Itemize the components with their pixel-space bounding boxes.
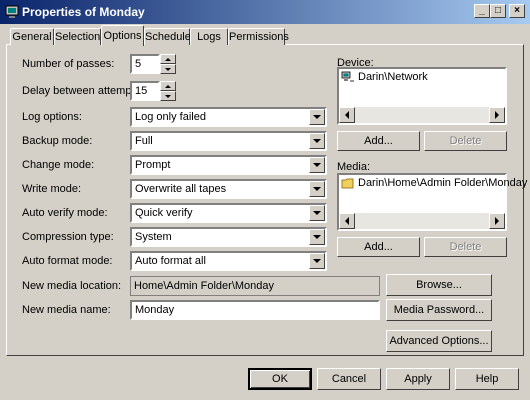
passes-value: 5	[135, 58, 142, 70]
media-name-label: New media name:	[22, 304, 111, 316]
media-location-field: Home\Admin Folder\Monday	[130, 276, 380, 296]
log-options-value: Log only failed	[135, 111, 206, 123]
write-mode-label: Write mode:	[22, 183, 82, 195]
tab-selection[interactable]: Selection	[54, 28, 101, 45]
device-list[interactable]: Darin\Network	[337, 67, 507, 125]
auto-verify-label: Auto verify mode:	[22, 207, 108, 219]
chevron-down-icon[interactable]	[309, 181, 325, 197]
backup-mode-value: Full	[135, 135, 153, 147]
media-password-button[interactable]: Media Password...	[386, 299, 492, 321]
media-name-value: Monday	[135, 304, 175, 316]
auto-format-value: Auto format all	[135, 255, 206, 267]
write-mode-select[interactable]: Overwrite all tapes	[130, 179, 327, 199]
change-mode-label: Change mode:	[22, 159, 95, 171]
log-options-select[interactable]: Log only failed	[130, 107, 327, 127]
delay-spin-up[interactable]	[160, 81, 176, 91]
media-scrollbar[interactable]	[339, 213, 505, 229]
media-delete-button[interactable]: Delete	[424, 237, 507, 257]
tab-schedule[interactable]: Schedule	[144, 28, 191, 45]
chevron-down-icon[interactable]	[309, 229, 325, 245]
browse-button[interactable]: Browse...	[386, 274, 492, 296]
device-delete-button[interactable]: Delete	[424, 131, 507, 151]
chevron-down-icon[interactable]	[309, 109, 325, 125]
passes-label: Number of passes:	[22, 58, 115, 70]
computer-icon	[5, 5, 19, 18]
tab-options[interactable]: Options	[101, 25, 144, 46]
window-title: Properties of Monday	[22, 5, 145, 19]
chevron-down-icon[interactable]	[309, 157, 325, 173]
chevron-down-icon[interactable]	[309, 133, 325, 149]
help-button[interactable]: Help	[455, 368, 519, 390]
scroll-right-icon[interactable]	[489, 107, 505, 123]
maximize-button[interactable]: □	[490, 4, 506, 18]
passes-input[interactable]: 5	[130, 54, 160, 74]
network-computer-icon	[341, 71, 354, 82]
passes-spin-up[interactable]	[160, 54, 176, 64]
device-add-button[interactable]: Add...	[337, 131, 420, 151]
scroll-right-icon[interactable]	[489, 213, 505, 229]
change-mode-select[interactable]: Prompt	[130, 155, 327, 175]
media-location-label: New media location:	[22, 280, 122, 292]
backup-mode-select[interactable]: Full	[130, 131, 327, 151]
chevron-down-icon[interactable]	[309, 253, 325, 269]
compression-value: System	[135, 231, 172, 243]
log-options-label: Log options:	[22, 111, 82, 123]
auto-verify-select[interactable]: Quick verify	[130, 203, 327, 223]
auto-format-label: Auto format mode:	[22, 255, 113, 267]
passes-spin-down[interactable]	[160, 64, 176, 74]
auto-verify-value: Quick verify	[135, 207, 193, 219]
media-item-label: Darin\Home\Admin Folder\Monday	[358, 177, 528, 189]
media-list[interactable]: Darin\Home\Admin Folder\Monday	[337, 173, 527, 231]
write-mode-value: Overwrite all tapes	[135, 183, 227, 195]
tab-permissions[interactable]: Permissions	[228, 28, 289, 45]
delay-input[interactable]: 15	[130, 81, 160, 101]
list-item[interactable]: Darin\Network	[341, 71, 428, 83]
auto-format-select[interactable]: Auto format all	[130, 251, 327, 271]
compression-select[interactable]: System	[130, 227, 327, 247]
media-name-input[interactable]: Monday	[130, 300, 380, 320]
scroll-left-icon[interactable]	[339, 107, 355, 123]
list-item[interactable]: Darin\Home\Admin Folder\Monday	[341, 177, 527, 189]
compression-label: Compression type:	[22, 231, 114, 243]
delay-value: 15	[135, 85, 148, 97]
device-item-label: Darin\Network	[358, 71, 428, 83]
advanced-options-button[interactable]: Advanced Options...	[386, 330, 492, 352]
folder-icon	[341, 178, 354, 189]
apply-button[interactable]: Apply	[386, 368, 450, 390]
device-scrollbar[interactable]	[339, 107, 505, 123]
minimize-button[interactable]: _	[474, 4, 490, 18]
media-add-button[interactable]: Add...	[337, 237, 420, 257]
tab-general[interactable]: General	[10, 28, 54, 45]
ok-button[interactable]: OK	[248, 368, 312, 390]
scroll-left-icon[interactable]	[339, 213, 355, 229]
media-label: Media:	[337, 161, 371, 173]
chevron-down-icon[interactable]	[309, 205, 325, 221]
cancel-button[interactable]: Cancel	[317, 368, 381, 390]
media-location-value: Home\Admin Folder\Monday	[134, 280, 275, 292]
close-button[interactable]: ×	[509, 4, 525, 18]
tab-logs[interactable]: Logs	[190, 28, 228, 45]
backup-mode-label: Backup mode:	[22, 135, 93, 147]
delay-spin-down[interactable]	[160, 91, 176, 101]
delay-label: Delay between attempts:	[22, 85, 144, 97]
change-mode-value: Prompt	[135, 159, 171, 171]
